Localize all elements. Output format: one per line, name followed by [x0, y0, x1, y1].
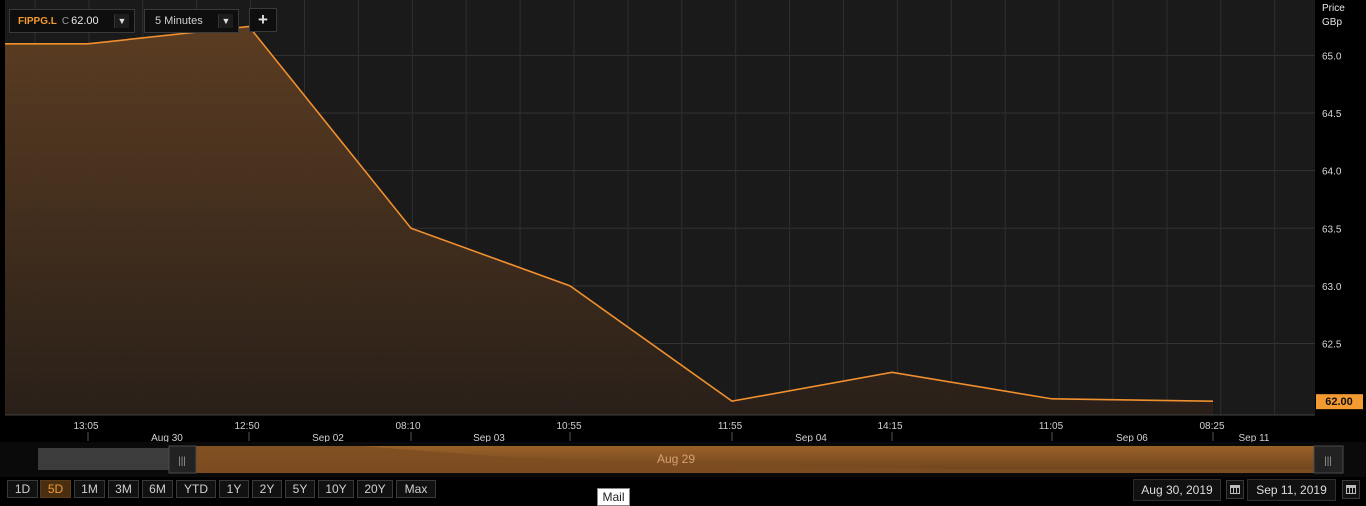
x-axis-labels: 13:05 12:50 08:10 10:55 11:55 14:15 11:05 08:25…	[73, 421, 1269, 444]
price-chart[interactable]: 62.5 63.0 63.5 64.0 64.5 65.0 Price GBp 62.00…	[0, 0, 1366, 506]
x-time-label: 12:50	[234, 421, 259, 432]
y-axis-unit-currency: GBp	[1322, 17, 1342, 28]
start-date-field[interactable]: Aug 30, 2019	[1133, 479, 1221, 501]
y-axis-labels: 62.5 63.0 63.5 64.0 64.5 65.0	[1322, 51, 1342, 350]
range-button-2y[interactable]: 2Y	[252, 480, 282, 498]
last-price-tag: 62.00	[1316, 394, 1363, 410]
y-tick-label: 64.5	[1322, 109, 1342, 120]
range-button-1d[interactable]: 1D	[7, 480, 38, 498]
chevron-down-icon[interactable]: ▼	[218, 14, 233, 28]
navigator-date-label: Aug 29	[657, 452, 695, 466]
y-tick-label: 63.0	[1322, 282, 1342, 293]
range-button-10y[interactable]: 10Y	[318, 480, 354, 498]
x-time-label: 08:10	[395, 421, 420, 432]
tooltip: Mail	[597, 488, 630, 506]
x-time-label: 11:05	[1039, 421, 1064, 432]
interval-value: 5 Minutes	[155, 15, 203, 27]
y-tick-label: 62.5	[1322, 340, 1342, 351]
navigator-left-handle-grip: |||	[178, 456, 186, 467]
quote-prefix: C	[61, 15, 70, 27]
y-tick-label: 64.0	[1322, 167, 1342, 178]
range-button-5y[interactable]: 5Y	[285, 480, 315, 498]
start-calendar-button[interactable]	[1226, 480, 1244, 499]
quote-value: 62.00	[71, 15, 99, 27]
x-time-label: 10:55	[556, 421, 581, 432]
range-button-ytd[interactable]: YTD	[176, 480, 216, 498]
range-button-6m[interactable]: 6M	[142, 480, 173, 498]
symbol-name: FIPPG.L	[18, 15, 57, 27]
y-tick-label: 63.5	[1322, 224, 1342, 235]
y-axis-unit-price: Price	[1322, 3, 1345, 14]
range-button-1y[interactable]: 1Y	[219, 480, 249, 498]
plus-icon: +	[258, 10, 268, 29]
add-indicator-button[interactable]: +	[249, 8, 277, 32]
calendar-icon	[1230, 485, 1240, 494]
x-time-label: 11:55	[718, 421, 743, 432]
calendar-icon	[1346, 485, 1356, 494]
range-button-1m[interactable]: 1M	[74, 480, 105, 498]
navigator-right-handle-grip: |||	[1324, 456, 1332, 467]
x-time-label: 13:05	[73, 421, 98, 432]
last-price-label: 62.00	[1325, 396, 1353, 408]
symbol-selector[interactable]: FIPPG.L C 62.00 ▼	[9, 9, 135, 33]
x-time-label: 14:15	[877, 421, 902, 432]
navigator-left-unselected	[38, 448, 170, 470]
range-button-20y[interactable]: 20Y	[357, 480, 393, 498]
range-button-max[interactable]: Max	[396, 480, 436, 498]
chevron-down-icon[interactable]: ▼	[114, 14, 129, 28]
range-button-3m[interactable]: 3M	[108, 480, 139, 498]
range-button-5d[interactable]: 5D	[40, 480, 71, 498]
y-tick-label: 65.0	[1322, 51, 1342, 62]
end-date-field[interactable]: Sep 11, 2019	[1247, 479, 1336, 501]
navigator[interactable]: Aug 29 ||| |||	[0, 442, 1366, 477]
x-time-label: 08:25	[1199, 421, 1224, 432]
end-calendar-button[interactable]	[1342, 480, 1360, 499]
interval-selector[interactable]: 5 Minutes ▼	[144, 9, 239, 33]
